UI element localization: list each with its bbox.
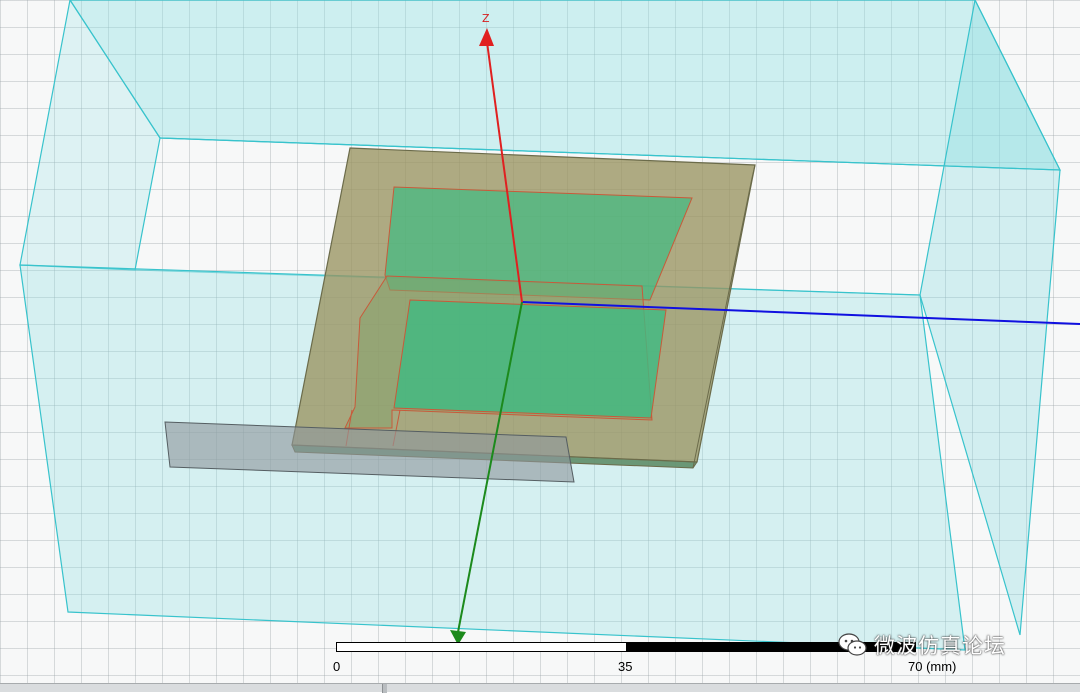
3d-modeler-viewport[interactable]: Z 0 35 70 (mm) 微波仿真论坛 xyxy=(0,0,1080,692)
watermark: 微波仿真论坛 xyxy=(838,628,1006,662)
z-axis-label: Z xyxy=(482,12,490,25)
hfss-model-scene[interactable]: Z xyxy=(0,0,1080,692)
scale-segment-light xyxy=(337,643,626,651)
watermark-text: 微波仿真论坛 xyxy=(874,634,1006,658)
lower-patch xyxy=(393,299,667,419)
airbox-top-face xyxy=(69,0,1061,171)
wechat-icon xyxy=(838,633,867,656)
scale-label-mid: 35 xyxy=(618,659,633,674)
scale-label-start: 0 xyxy=(333,659,341,674)
status-bar xyxy=(0,683,1080,693)
scale-bar xyxy=(336,642,916,652)
